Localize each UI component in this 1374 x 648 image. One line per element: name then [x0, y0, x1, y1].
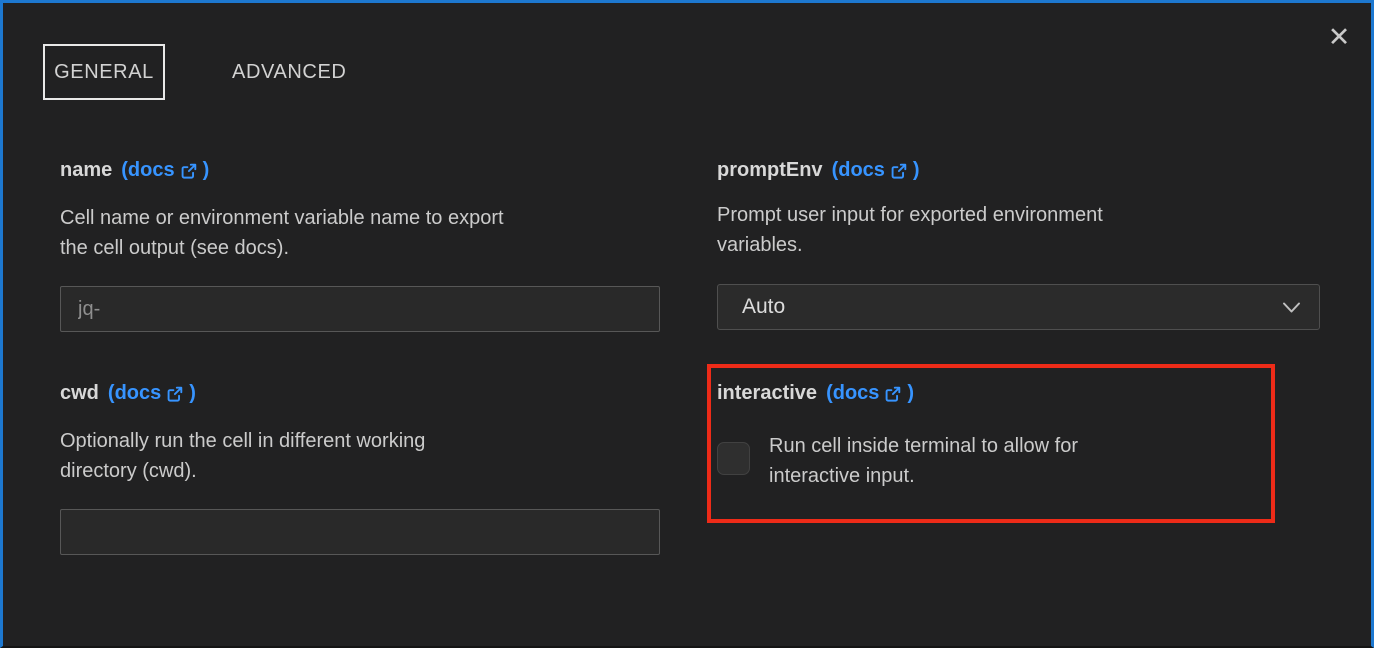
promptenv-docs-link[interactable]: (docs ) — [832, 159, 920, 182]
name-input[interactable] — [60, 286, 660, 332]
cwd-description-line: directory (cwd). — [60, 456, 680, 486]
name-label-text: name — [60, 159, 112, 182]
name-description: Cell name or environment variable name t… — [60, 203, 680, 263]
docs-close-text: ) — [203, 159, 210, 182]
tab-general-label: GENERAL — [54, 61, 154, 84]
interactive-checkbox-label-line: Run cell inside terminal to allow for — [769, 431, 1249, 461]
external-link-icon — [884, 385, 902, 403]
chevron-down-icon — [1282, 301, 1301, 314]
cell-config-dialog: GENERAL ADVANCED ✕ name (docs ) Cell nam… — [0, 0, 1374, 648]
external-link-icon — [180, 162, 198, 180]
docs-close-text: ) — [913, 159, 920, 182]
cwd-description-line: Optionally run the cell in different wor… — [60, 426, 680, 456]
promptenv-description-line: variables. — [717, 230, 1337, 260]
close-button[interactable]: ✕ — [1319, 17, 1359, 57]
interactive-field-label: interactive (docs ) — [717, 382, 914, 405]
promptenv-label-text: promptEnv — [717, 159, 823, 182]
promptenv-description-line: Prompt user input for exported environme… — [717, 200, 1337, 230]
promptenv-select-value: Auto — [742, 295, 1282, 319]
tab-general[interactable]: GENERAL — [43, 44, 165, 100]
interactive-label-text: interactive — [717, 382, 817, 405]
docs-close-text: ) — [189, 382, 196, 405]
external-link-icon — [166, 385, 184, 403]
cwd-label-text: cwd — [60, 382, 99, 405]
tab-advanced[interactable]: ADVANCED — [232, 44, 346, 100]
promptenv-select[interactable]: Auto — [717, 284, 1320, 330]
interactive-checkbox[interactable] — [717, 442, 750, 475]
name-description-line: Cell name or environment variable name t… — [60, 203, 680, 233]
promptenv-description: Prompt user input for exported environme… — [717, 200, 1337, 260]
external-link-icon — [890, 162, 908, 180]
docs-open-text: (docs — [832, 159, 885, 182]
promptenv-field-label: promptEnv (docs ) — [717, 159, 920, 182]
cwd-description: Optionally run the cell in different wor… — [60, 426, 680, 486]
interactive-checkbox-label-line: interactive input. — [769, 461, 1249, 491]
tab-advanced-label: ADVANCED — [232, 61, 346, 84]
interactive-docs-link[interactable]: (docs ) — [826, 382, 914, 405]
name-docs-link[interactable]: (docs ) — [121, 159, 209, 182]
cwd-docs-link[interactable]: (docs ) — [108, 382, 196, 405]
docs-open-text: (docs — [826, 382, 879, 405]
docs-open-text: (docs — [108, 382, 161, 405]
interactive-checkbox-label: Run cell inside terminal to allow for in… — [769, 431, 1249, 491]
cwd-field-label: cwd (docs ) — [60, 382, 196, 405]
close-icon: ✕ — [1328, 24, 1351, 51]
name-field-label: name (docs ) — [60, 159, 209, 182]
docs-open-text: (docs — [121, 159, 174, 182]
name-description-line: the cell output (see docs). — [60, 233, 680, 263]
docs-close-text: ) — [907, 382, 914, 405]
cwd-input[interactable] — [60, 509, 660, 555]
